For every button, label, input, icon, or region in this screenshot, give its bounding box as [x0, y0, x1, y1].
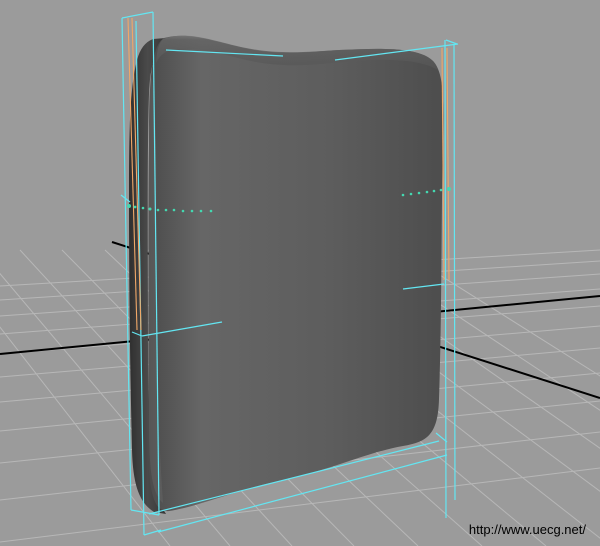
3d-viewport[interactable]: http://www.uecg.net/ — [0, 0, 600, 546]
scene-view — [0, 11, 600, 546]
mesh-front-face — [147, 35, 444, 512]
selected-mesh[interactable] — [129, 35, 444, 514]
watermark-url: http://www.uecg.net/ — [468, 522, 586, 537]
